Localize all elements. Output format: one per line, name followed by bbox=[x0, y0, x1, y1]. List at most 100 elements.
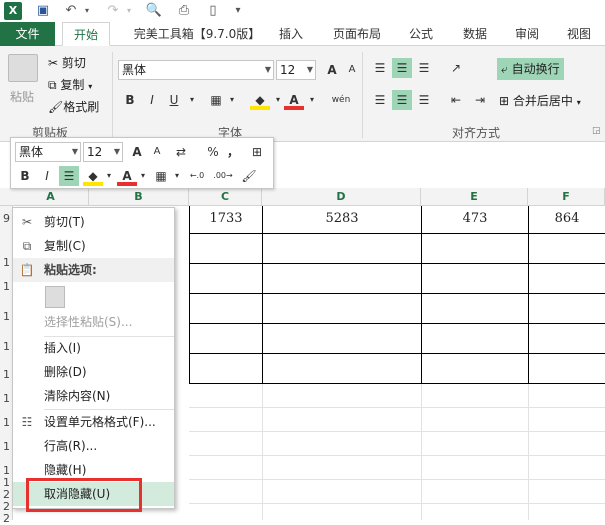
excel-logo-icon: X bbox=[4, 2, 22, 20]
align-top-icon[interactable]: ☰ bbox=[370, 58, 390, 78]
menu-item-copy[interactable]: ⧉ 复制(C) bbox=[13, 234, 174, 258]
column-header-f[interactable]: F bbox=[528, 188, 605, 206]
print-icon[interactable]: ⎙ bbox=[175, 2, 193, 20]
mini-grow-font-button[interactable]: A bbox=[127, 142, 147, 162]
column-header-e[interactable]: E bbox=[421, 188, 528, 206]
align-right-icon[interactable]: ☰ bbox=[414, 90, 434, 110]
column-header-b[interactable]: B bbox=[89, 188, 189, 206]
column-header-c[interactable]: C bbox=[189, 188, 262, 206]
paste-button[interactable]: 粘贴 bbox=[10, 88, 34, 105]
font-size-combo[interactable]: 12 ▼ bbox=[276, 60, 316, 80]
phonetic-button[interactable]: wén bbox=[328, 90, 354, 110]
shrink-font-button[interactable]: A bbox=[342, 60, 362, 80]
mini-shrink-font-button[interactable]: A bbox=[147, 142, 167, 162]
mini-font-color-dropdown-icon[interactable]: ▾ bbox=[133, 166, 153, 186]
mini-bold-button[interactable]: B bbox=[15, 166, 35, 186]
font-color-dropdown-icon[interactable]: ▾ bbox=[302, 90, 322, 110]
print-preview-icon[interactable]: 🔍 bbox=[145, 2, 163, 20]
alignment-group-label: 对齐方式 bbox=[451, 126, 500, 140]
align-bottom-icon[interactable]: ☰ bbox=[414, 58, 434, 78]
tab-view[interactable]: 视图 bbox=[562, 22, 596, 46]
menu-item-row-height[interactable]: 行高(R)... bbox=[13, 434, 174, 458]
paste-icon[interactable] bbox=[8, 54, 38, 82]
mini-size-combo[interactable]: 12 ▼ bbox=[83, 142, 123, 162]
gridline bbox=[189, 431, 605, 432]
menu-item-delete[interactable]: 删除(D) bbox=[13, 360, 174, 384]
cell-c9[interactable]: 1733 bbox=[190, 211, 262, 226]
font-name-combo[interactable]: 黑体 ▼ bbox=[118, 60, 274, 80]
gridline bbox=[262, 384, 263, 520]
redo-dropdown-icon[interactable]: ▾ bbox=[120, 2, 138, 20]
paste-option-icon[interactable] bbox=[45, 286, 65, 308]
orientation-icon[interactable]: ↗ bbox=[446, 58, 466, 78]
italic-button[interactable]: I bbox=[142, 90, 162, 110]
mini-increase-decimal-icon[interactable]: ←.0 bbox=[185, 166, 209, 186]
mini-merge-icon[interactable]: ⊞ bbox=[247, 142, 267, 162]
mini-percent-button[interactable]: % bbox=[203, 142, 223, 162]
bold-button[interactable]: B bbox=[120, 90, 140, 110]
new-file-icon[interactable]: ▯ bbox=[204, 2, 222, 20]
menu-item-cut[interactable]: ✂ 剪切(T) bbox=[13, 210, 174, 234]
menu-item-insert[interactable]: 插入(I) bbox=[13, 336, 174, 360]
chevron-down-icon: ▼ bbox=[264, 65, 271, 74]
underline-button[interactable]: U bbox=[164, 90, 184, 110]
tab-formulas[interactable]: 公式 bbox=[404, 22, 438, 46]
mini-comma-button[interactable]: ， bbox=[223, 142, 243, 162]
row-header[interactable]: 2 bbox=[0, 512, 13, 525]
gridline bbox=[189, 479, 605, 480]
mini-format-painter-icon[interactable]: 🖌 bbox=[239, 166, 259, 186]
cell-f9[interactable]: 864 bbox=[529, 211, 605, 226]
underline-dropdown-icon[interactable]: ▾ bbox=[182, 90, 202, 110]
tab-insert[interactable]: 插入 bbox=[276, 22, 306, 46]
mini-align-center-icon[interactable]: ☰ bbox=[59, 166, 79, 186]
mini-fill-dropdown-icon[interactable]: ▾ bbox=[99, 166, 119, 186]
grow-font-button[interactable]: A bbox=[322, 60, 342, 80]
scissors-icon: ✂ bbox=[48, 56, 59, 70]
dialog-launcher-icon[interactable]: ◲ bbox=[592, 126, 601, 136]
cell-d9[interactable]: 5283 bbox=[263, 211, 421, 226]
align-center-icon[interactable]: ☰ bbox=[392, 90, 412, 110]
menu-item-format-cells[interactable]: ☷ 设置单元格格式(F)... bbox=[13, 410, 174, 434]
mini-decrease-decimal-icon[interactable]: .00→ bbox=[211, 166, 235, 186]
save-icon[interactable]: ▣ bbox=[34, 2, 52, 20]
tab-review[interactable]: 审阅 bbox=[510, 22, 544, 46]
increase-indent-icon[interactable]: ⇥ bbox=[470, 90, 490, 110]
undo-dropdown-icon[interactable]: ▾ bbox=[78, 2, 96, 20]
table-border bbox=[262, 206, 263, 384]
format-painter-button[interactable]: 🖌格式刷 bbox=[48, 98, 99, 115]
align-left-icon[interactable]: ☰ bbox=[370, 90, 390, 110]
decrease-indent-icon[interactable]: ⇤ bbox=[446, 90, 466, 110]
menu-item-clear-contents[interactable]: 清除内容(N) bbox=[13, 384, 174, 408]
tab-page-layout[interactable]: 页面布局 bbox=[326, 22, 388, 46]
cut-label: 剪切 bbox=[61, 56, 86, 70]
tab-toolbox[interactable]: 完美工具箱【9.7.0版】 bbox=[118, 22, 276, 46]
mini-format-icon[interactable]: ⇄ bbox=[171, 142, 191, 162]
menu-item-paste-special[interactable]: 选择性粘贴(S)... bbox=[13, 310, 174, 334]
menu-section-paste-options: 📋 粘贴选项: bbox=[13, 258, 174, 282]
menu-item-label: 隐藏(H) bbox=[44, 463, 87, 477]
quick-access-toolbar: X ▣ ↶ ▾ ↷ ▾ 🔍 ⎙ ▯ ▾ bbox=[0, 0, 605, 22]
fill-color-icon[interactable]: ◆ bbox=[250, 90, 270, 110]
chevron-down-icon: ▼ bbox=[306, 65, 313, 74]
cell-e9[interactable]: 473 bbox=[422, 211, 528, 226]
customize-icon[interactable]: ▾ bbox=[229, 2, 247, 20]
mini-borders-dropdown-icon[interactable]: ▾ bbox=[167, 166, 187, 186]
borders-dropdown-icon[interactable]: ▾ bbox=[222, 90, 242, 110]
wrap-text-button[interactable]: ⤶ 自动换行 bbox=[497, 58, 564, 80]
mini-italic-button[interactable]: I bbox=[37, 166, 57, 186]
tab-data[interactable]: 数据 bbox=[458, 22, 492, 46]
align-middle-icon[interactable]: ☰ bbox=[392, 58, 412, 78]
merge-center-button[interactable]: ⊞ 合并后居中 ▾ bbox=[499, 92, 581, 109]
brush-icon: 🖌 bbox=[48, 100, 64, 114]
copy-button[interactable]: ⧉ 复制 ▾ bbox=[48, 76, 92, 93]
table-border bbox=[189, 293, 605, 294]
gridline bbox=[528, 384, 529, 520]
font-color-button[interactable]: A bbox=[284, 90, 304, 110]
table-border bbox=[189, 233, 605, 234]
column-header-d[interactable]: D bbox=[262, 188, 421, 206]
tab-home[interactable]: 开始 bbox=[62, 22, 110, 46]
cut-button[interactable]: ✂ 剪切 bbox=[48, 54, 86, 71]
column-header-a[interactable]: A bbox=[13, 188, 89, 206]
tab-file[interactable]: 文件 bbox=[0, 22, 55, 46]
mini-font-combo[interactable]: 黑体 ▼ bbox=[15, 142, 81, 162]
